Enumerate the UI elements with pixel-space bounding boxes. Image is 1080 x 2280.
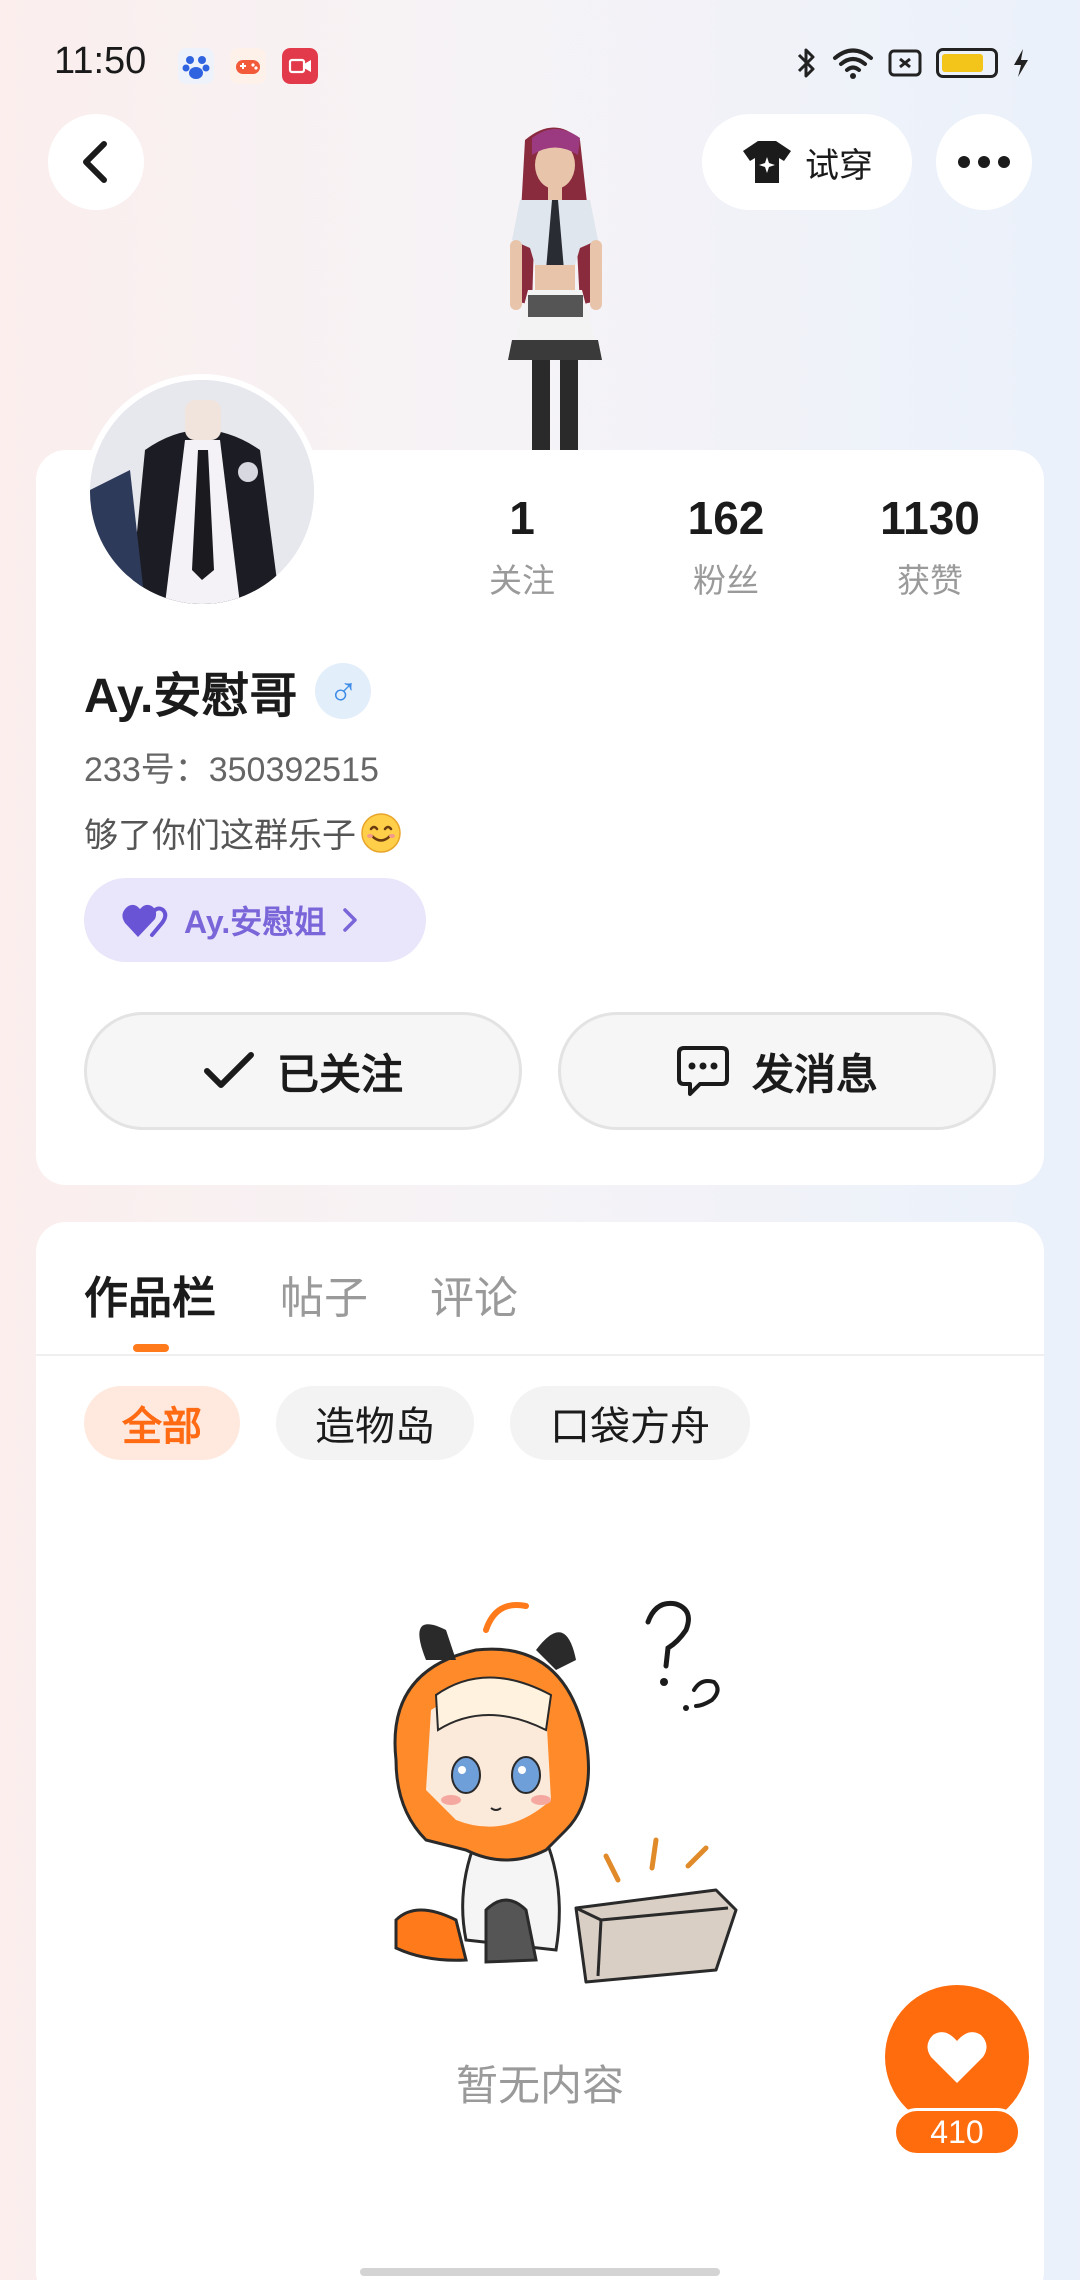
- followed-label: 已关注: [276, 1050, 403, 1098]
- like-count: 410: [893, 2108, 1021, 2156]
- stat-following-value: 1: [509, 492, 535, 544]
- tab-posts[interactable]: 帖子: [280, 1262, 368, 1326]
- filter-chip-pocket-ark[interactable]: 口袋方舟: [510, 1386, 750, 1460]
- charging-icon: [1014, 49, 1028, 77]
- bio-text: 够了你们这群乐子: [84, 817, 356, 855]
- tshirt-icon: [743, 141, 791, 183]
- heart-icon: [927, 2032, 987, 2083]
- avatar[interactable]: [84, 374, 320, 610]
- status-icons: [796, 46, 1030, 80]
- stat-following[interactable]: 1 关注: [420, 490, 624, 602]
- name-row: Ay.安慰哥 ♂: [84, 656, 372, 726]
- sim-icon: [888, 49, 922, 77]
- followed-button[interactable]: 已关注: [84, 1012, 522, 1130]
- status-time: 11:50: [54, 40, 147, 82]
- smile-emoji-icon: [361, 812, 401, 853]
- tabs-divider: [36, 1354, 1044, 1356]
- check-icon: [203, 1052, 254, 1088]
- chevron-left-icon: [83, 141, 107, 183]
- game-app-icon: [230, 48, 266, 84]
- bluetooth-icon: [797, 48, 815, 78]
- home-indicator[interactable]: [360, 2268, 720, 2276]
- stat-likes-label: 获赞: [897, 562, 963, 599]
- empty-state-illustration: [393, 1600, 738, 1984]
- chat-bubble-icon: [676, 1046, 729, 1096]
- wifi-icon: [833, 48, 873, 79]
- stat-likes[interactable]: 1130 获赞: [828, 490, 1032, 602]
- try-on-button[interactable]: 试穿: [702, 114, 912, 210]
- more-button[interactable]: [936, 114, 1032, 210]
- stat-fans[interactable]: 162 粉丝: [624, 490, 828, 602]
- stat-following-label: 关注: [489, 562, 555, 599]
- user-id: 233号：350392515: [84, 751, 379, 789]
- male-gender-icon: ♂: [315, 663, 372, 719]
- video-app-icon: [282, 48, 318, 84]
- stat-fans-value: 162: [687, 492, 765, 544]
- filter-chip-creation-island[interactable]: 造物岛: [276, 1386, 474, 1460]
- bio: 够了你们这群乐子: [84, 808, 402, 857]
- chevron-right-icon: [343, 908, 357, 932]
- active-tab-indicator: [133, 1344, 169, 1352]
- filter-chip-all[interactable]: 全部: [84, 1386, 240, 1460]
- tab-works[interactable]: 作品栏: [84, 1262, 216, 1326]
- stat-likes-value: 1130: [880, 492, 980, 544]
- tab-comments[interactable]: 评论: [430, 1262, 518, 1326]
- status-bar: 11:50: [0, 0, 1080, 120]
- avatar-character-image: [508, 127, 602, 450]
- double-heart-icon: [122, 904, 168, 937]
- partner-link[interactable]: Ay.安慰姐: [84, 878, 426, 962]
- baidu-app-icon: [178, 48, 214, 84]
- stats-row: 1 关注 162 粉丝 1130 获赞: [420, 490, 1032, 602]
- try-on-label: 试穿: [805, 146, 873, 185]
- partner-name: Ay.安慰姐: [184, 904, 327, 940]
- user-name: Ay.安慰哥: [84, 670, 298, 723]
- send-message-label: 发消息: [751, 1050, 878, 1098]
- stat-fans-label: 粉丝: [693, 562, 759, 599]
- send-message-button[interactable]: 发消息: [558, 1012, 996, 1130]
- avatar-image: [90, 380, 314, 604]
- more-dots-icon: [958, 156, 1010, 168]
- back-button[interactable]: [48, 114, 144, 210]
- battery-icon: [936, 48, 998, 78]
